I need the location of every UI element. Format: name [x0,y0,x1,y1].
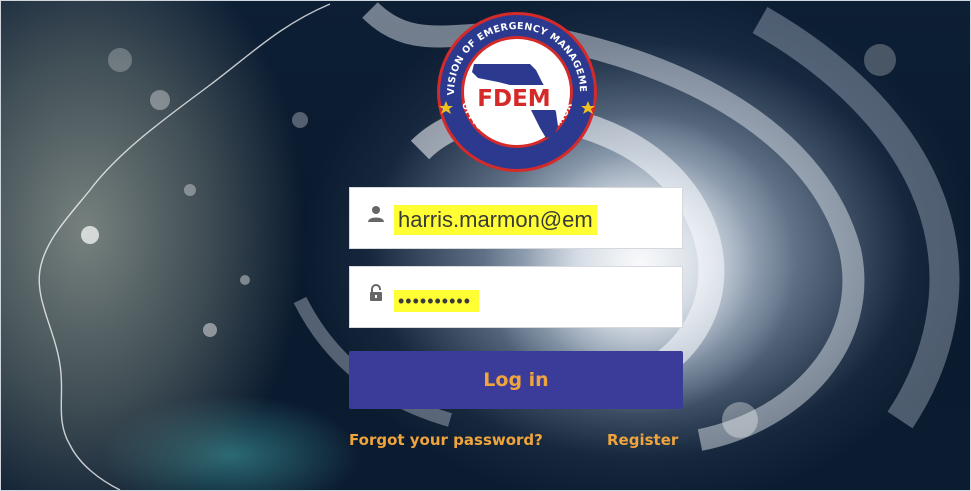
forgot-password-link[interactable]: Forgot your password? [349,431,543,449]
lock-icon [367,284,385,302]
password-field[interactable]: •••••••••• [349,266,683,328]
fdem-seal: DIVISION OF EMERGENCY MANAGEMENT OFFICE … [428,0,597,172]
password-value[interactable]: •••••••••• [394,290,480,312]
user-icon [367,205,385,223]
login-button[interactable]: Log in [349,351,683,409]
username-field[interactable]: harris.marmon@em [349,187,683,249]
register-link[interactable]: Register [607,431,678,449]
logo-abbreviation: FDEM [477,86,550,112]
username-value[interactable]: harris.marmon@em [394,205,597,235]
fdem-logo: DIVISION OF EMERGENCY MANAGEMENT OFFICE … [428,0,602,176]
